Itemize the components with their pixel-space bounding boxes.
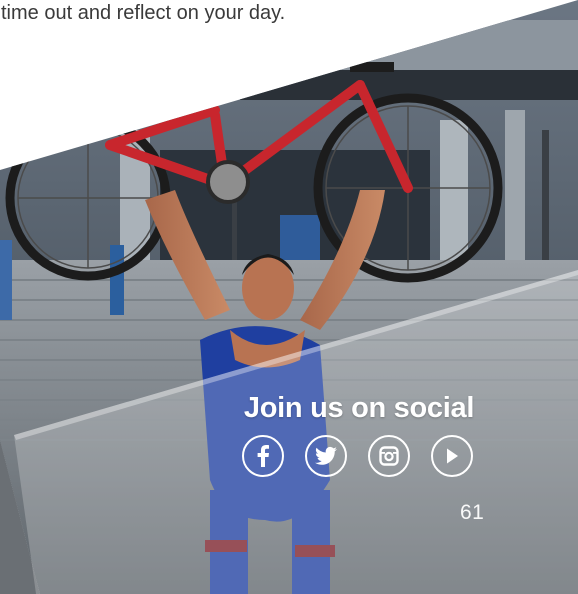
- twitter-button[interactable]: [304, 435, 347, 477]
- social-title: Join us on social: [243, 392, 475, 424]
- facebook-icon: [257, 445, 269, 467]
- instagram-icon: [378, 446, 399, 466]
- social-block: Join us on social: [225, 390, 493, 477]
- instagram-button[interactable]: [367, 435, 410, 477]
- twitter-icon: [314, 446, 337, 465]
- intro-text: time out and reflect on your day.: [1, 2, 286, 24]
- page-number: 61: [460, 501, 485, 524]
- play-icon: [446, 448, 458, 464]
- video-button[interactable]: [430, 435, 473, 477]
- social-icons-row: [221, 435, 493, 477]
- diagonal-overlay-panel: [14, 270, 578, 594]
- facebook-button[interactable]: [241, 435, 284, 477]
- magazine-page: time out and reflect on your day. Join u…: [0, 0, 578, 594]
- intro-text-block: time out and reflect on your day.: [0, 0, 578, 40]
